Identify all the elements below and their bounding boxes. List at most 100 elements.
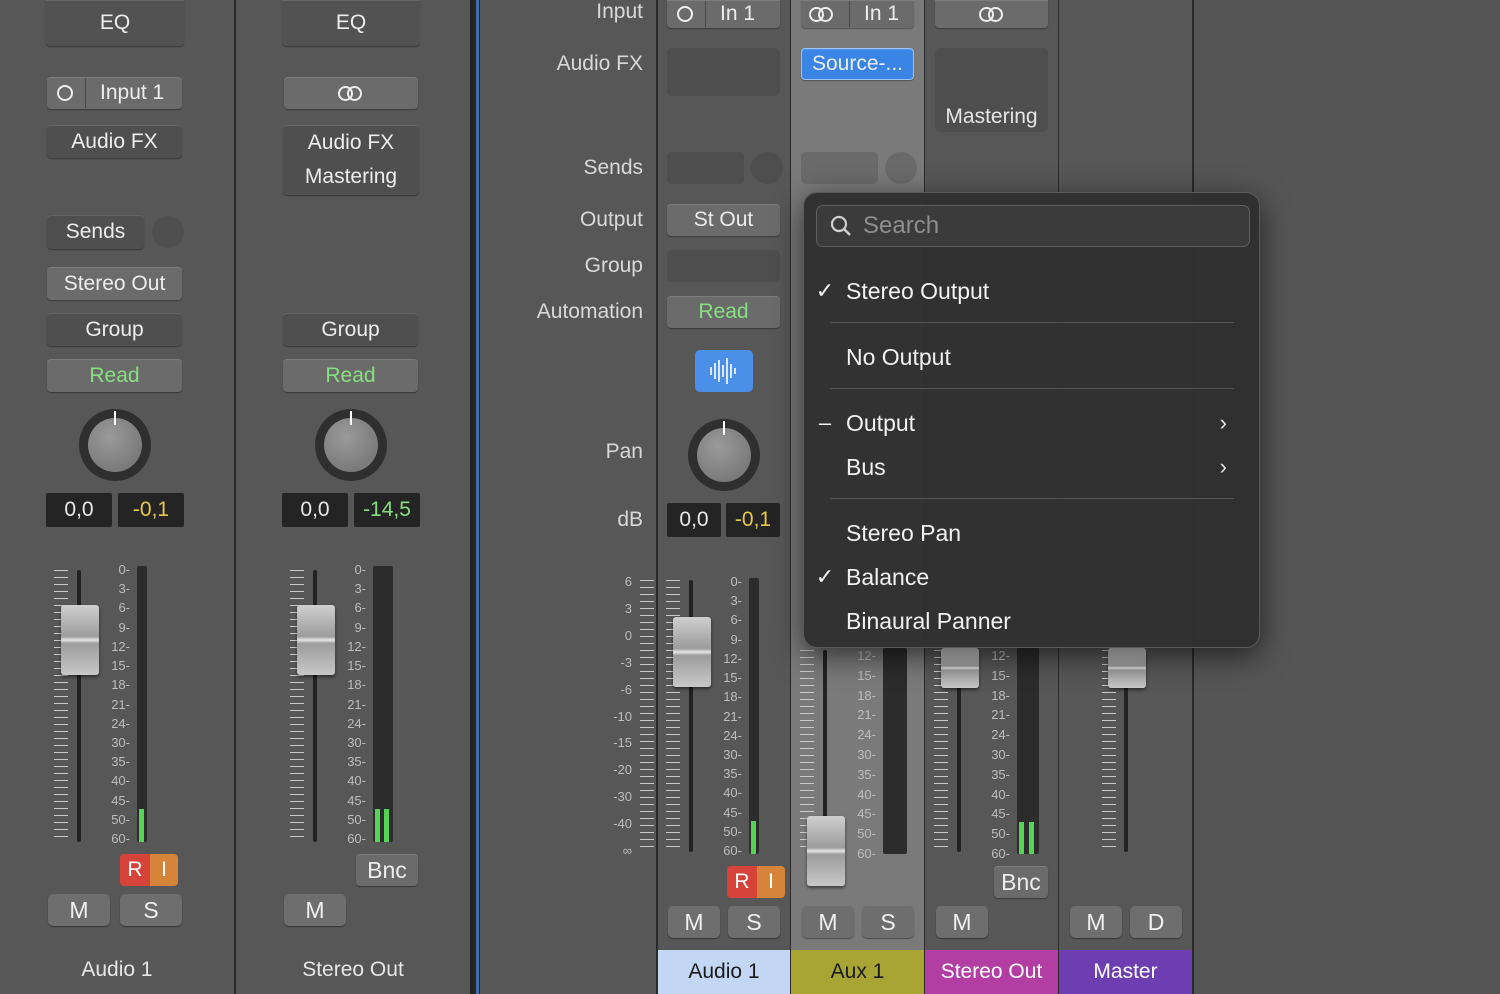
scale-tick-label: -15 [613,735,632,751]
checkmark-icon: ✓ [815,564,835,589]
pan-value[interactable]: 0,0 [282,493,348,527]
mute-button[interactable]: M [936,906,988,938]
stereo-input-slot[interactable]: In 1 [801,0,914,28]
scale-tick-label: 30- [111,734,130,750]
send-slot[interactable] [801,152,878,184]
mute-button[interactable]: M [48,894,110,926]
menu-item-no-output[interactable]: No Output [804,337,1259,377]
volume-fader[interactable] [61,605,99,675]
waveform-icon[interactable] [695,350,753,392]
send-knob-icon[interactable] [152,216,184,248]
scale-tick-label: 35- [723,766,742,782]
automation-button[interactable]: Read [283,359,418,392]
input-divider [705,1,706,27]
pan-value[interactable]: 0,0 [667,503,721,537]
volume-fader[interactable] [297,605,335,675]
input-monitor-button[interactable]: I [757,866,785,898]
sends-button[interactable]: Sends [47,215,144,249]
input-monitor-button[interactable]: I [150,854,178,886]
channel-name[interactable]: Master [1059,950,1192,994]
record-enable-button[interactable]: R [120,854,150,886]
input-slot[interactable]: Input 1 [47,77,182,109]
volume-fader[interactable] [941,648,979,688]
automation-button[interactable]: Read [47,359,182,392]
audio-fx-area[interactable]: Audio FX Mastering [283,125,419,195]
meter-scale: 0- 3- 6- 9- 12- 15- 18- 21- 24- 30- 35- 40- 45- 50- 60… [712,574,742,859]
menu-item-output[interactable]: – Output › [804,403,1259,443]
scale-tick-label: 6- [118,600,130,616]
send-knob-icon[interactable] [751,152,783,184]
db-value[interactable]: -0,1 [726,503,780,537]
fx-slot-mastering[interactable]: Mastering [305,165,397,189]
menu-item-label: Stereo Pan [846,519,962,546]
channel-name[interactable]: Stereo Out [236,950,470,990]
pan-knob[interactable] [315,409,387,481]
scale-tick-label: 60- [857,846,876,861]
pan-knob[interactable] [79,409,151,481]
channel-name[interactable]: Aux 1 [791,950,924,994]
bounce-button[interactable]: Bnc [356,854,418,886]
group-slot[interactable] [667,250,780,282]
scale-tick-label: 3- [730,593,742,609]
pan-value[interactable]: 0,0 [46,493,112,527]
level-meter [137,566,147,842]
send-knob-icon[interactable] [885,152,917,184]
scale-tick-label: 21- [991,707,1010,723]
stereo-input-slot[interactable] [935,0,1048,28]
menu-item-label: Binaural Panner [846,607,1011,634]
menu-item-label: Bus [846,453,886,480]
audio-fx-slot[interactable] [667,48,780,96]
scale-tick-label: 60- [347,831,366,846]
scale-tick-label: 0- [118,562,130,577]
menu-item-binaural-panner[interactable]: Binaural Panner [804,601,1259,641]
mute-button[interactable]: M [802,906,854,938]
channel-name[interactable]: Stereo Out [925,950,1058,994]
scale-tick-label: 50- [723,823,742,839]
scale-tick-label: 21- [347,696,366,712]
input-slot[interactable]: In 1 [667,0,780,28]
volume-fader[interactable] [807,816,845,886]
automation-button[interactable]: Read [667,296,780,328]
record-input-buttons[interactable]: R I [727,866,785,898]
solo-button[interactable]: S [862,906,914,938]
menu-item-balance[interactable]: ✓ Balance [804,557,1259,597]
group-button[interactable]: Group [47,313,182,346]
eq-button[interactable]: EQ [282,0,420,46]
checkmark-icon: ✓ [815,278,835,303]
stereo-input-slot[interactable] [284,77,418,109]
solo-button[interactable]: S [120,894,182,926]
channel-name[interactable]: Audio 1 [0,950,234,990]
scale-tick-label: 6- [354,600,366,616]
plugin-slot-source[interactable]: Source-... [801,48,914,80]
mute-button[interactable]: M [668,906,720,938]
volume-fader[interactable] [1108,648,1146,688]
volume-fader[interactable] [673,617,711,687]
output-button[interactable]: St Out [667,204,780,236]
scale-tick-label: 24- [723,727,742,743]
record-enable-button[interactable]: R [727,866,757,898]
channel-name[interactable]: Audio 1 [658,950,790,994]
stereo-icon [809,7,835,22]
scale-tick-label: 15- [347,658,366,674]
menu-item-bus[interactable]: Bus › [804,447,1259,487]
db-value[interactable]: -14,5 [354,493,420,527]
mute-button[interactable]: M [1070,906,1122,938]
audio-fx-button[interactable]: Audio FX [47,125,182,158]
record-input-buttons[interactable]: R I [120,854,178,886]
fx-slot-mastering[interactable]: Mastering [935,100,1048,134]
output-button[interactable]: Stereo Out [47,267,182,300]
menu-item-stereo-output[interactable]: ✓ Stereo Output [804,271,1259,311]
scale-tick-label: -3 [620,654,632,670]
pan-knob[interactable] [688,419,760,491]
menu-search-field[interactable]: Search [816,205,1250,247]
eq-button[interactable]: EQ [46,0,184,46]
mute-button[interactable]: M [284,894,346,926]
dim-button[interactable]: D [1130,906,1182,938]
level-meter [373,566,393,842]
db-value[interactable]: -0,1 [118,493,184,527]
send-slot[interactable] [667,152,744,184]
solo-button[interactable]: S [728,906,780,938]
menu-item-stereo-pan[interactable]: Stereo Pan [804,513,1259,553]
bounce-button[interactable]: Bnc [994,866,1048,898]
group-button[interactable]: Group [283,313,418,346]
